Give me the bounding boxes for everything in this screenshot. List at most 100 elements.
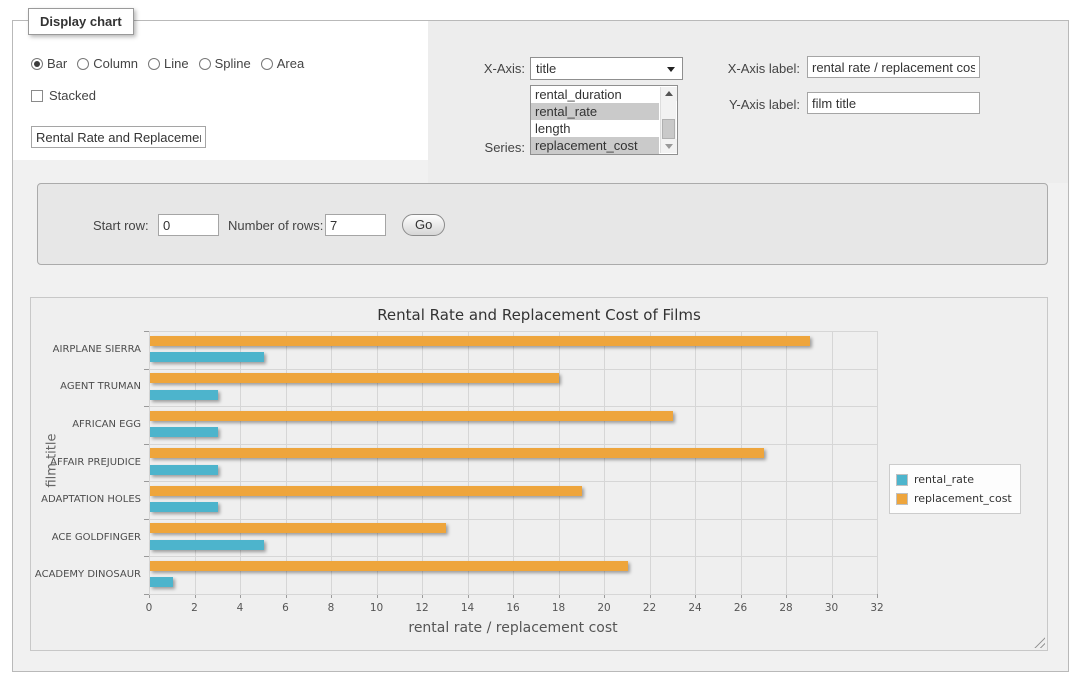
gridline — [149, 331, 150, 594]
bar-rental_rate — [150, 465, 218, 475]
scrollbar-thumb[interactable] — [662, 119, 675, 139]
radio-spline[interactable]: Spline — [199, 56, 251, 71]
legend-swatch — [896, 493, 908, 505]
radio-icon — [31, 58, 43, 70]
radio-label: Spline — [215, 56, 251, 71]
category-label: AGENT TRUMAN — [29, 381, 141, 392]
bar-replacement_cost — [150, 486, 582, 496]
x-tick-label: 24 — [680, 602, 710, 614]
category-label: AFFAIR PREJUDICE — [29, 457, 141, 468]
y-tick-mark — [144, 444, 149, 445]
x-tick-label: 20 — [589, 602, 619, 614]
category-label: AFRICAN EGG — [29, 419, 141, 430]
scroll-down-icon[interactable] — [661, 139, 677, 153]
start-row-input[interactable] — [158, 214, 219, 236]
series-option-rental_duration[interactable]: rental_duration — [531, 86, 659, 103]
chart-type-group: Bar Column Line Spline Area — [31, 56, 314, 71]
series-select-label: Series: — [455, 140, 525, 155]
x-tick-label: 18 — [544, 602, 574, 614]
y-tick-mark — [144, 331, 149, 332]
bar-rental_rate — [150, 390, 218, 400]
gridline — [604, 331, 605, 594]
scroll-up-icon[interactable] — [661, 87, 677, 101]
gridline — [559, 331, 560, 594]
bar-replacement_cost — [150, 561, 628, 571]
x-axis-label-input[interactable] — [807, 56, 980, 78]
x-tick-label: 8 — [316, 602, 346, 614]
category-label: ACE GOLDFINGER — [29, 532, 141, 543]
radio-line[interactable]: Line — [148, 56, 189, 71]
number-of-rows-label: Number of rows: — [228, 218, 323, 233]
legend-item-rental_rate[interactable]: rental_rate — [896, 470, 1012, 489]
gridline — [377, 331, 378, 594]
gridline — [513, 331, 514, 594]
x-tick-label: 14 — [453, 602, 483, 614]
gridline — [149, 481, 877, 482]
fieldset-legend: Display chart — [28, 8, 134, 35]
legend-item-replacement_cost[interactable]: replacement_cost — [896, 489, 1012, 508]
chart-title-input[interactable] — [31, 126, 206, 148]
y-axis-label-input[interactable] — [807, 92, 980, 114]
y-tick-mark — [144, 594, 149, 595]
gridline — [149, 331, 877, 332]
gridline — [650, 331, 651, 594]
y-tick-mark — [144, 556, 149, 557]
bar-replacement_cost — [150, 448, 764, 458]
bar-replacement_cost — [150, 336, 810, 346]
series-listbox[interactable]: rental_durationrental_ratelengthreplacem… — [530, 85, 678, 155]
radio-label: Bar — [47, 56, 67, 71]
category-label: ADAPTATION HOLES — [29, 494, 141, 505]
chart-legend: rental_rate replacement_cost — [889, 464, 1021, 514]
resize-handle-icon[interactable] — [1034, 637, 1045, 648]
gridline — [786, 331, 787, 594]
x-axis-select-label: X-Axis: — [455, 61, 525, 76]
bar-rental_rate — [150, 502, 218, 512]
gridline — [832, 331, 833, 594]
y-tick-mark — [144, 369, 149, 370]
gridline — [149, 556, 877, 557]
gridline — [695, 331, 696, 594]
gridline — [422, 331, 423, 594]
chart-container: Rental Rate and Replacement Cost of Film… — [30, 297, 1048, 651]
gridline — [149, 444, 877, 445]
radio-icon — [261, 58, 273, 70]
x-tick-label: 0 — [134, 602, 164, 614]
x-tick-label: 10 — [362, 602, 392, 614]
x-tick-label: 12 — [407, 602, 437, 614]
x-tick-label: 16 — [498, 602, 528, 614]
category-label: AIRPLANE SIERRA — [29, 344, 141, 355]
legend-label: rental_rate — [914, 473, 974, 486]
gridline — [195, 331, 196, 594]
x-axis-select[interactable]: title — [530, 57, 683, 80]
stacked-label: Stacked — [49, 88, 96, 103]
go-button[interactable]: Go — [402, 214, 445, 236]
x-axis-label-label: X-Axis label: — [710, 61, 800, 76]
bar-replacement_cost — [150, 373, 559, 383]
y-axis-label-label: Y-Axis label: — [710, 97, 800, 112]
gridline — [240, 331, 241, 594]
bar-replacement_cost — [150, 523, 446, 533]
x-tick-mark — [877, 594, 878, 598]
legend-swatch — [896, 474, 908, 486]
radio-icon — [199, 58, 211, 70]
series-option-rental_rate[interactable]: rental_rate — [531, 103, 659, 120]
x-tick-label: 28 — [771, 602, 801, 614]
series-scrollbar[interactable] — [660, 87, 676, 153]
legend-label: replacement_cost — [914, 492, 1012, 505]
gridline — [286, 331, 287, 594]
row-range-panel: Start row: Number of rows: Go — [37, 183, 1048, 265]
series-option-replacement_cost[interactable]: replacement_cost — [531, 137, 659, 154]
y-tick-mark — [144, 406, 149, 407]
gridline — [149, 519, 877, 520]
radio-icon — [148, 58, 160, 70]
gridline — [331, 331, 332, 594]
radio-icon — [77, 58, 89, 70]
stacked-checkbox[interactable]: Stacked — [31, 88, 96, 103]
series-option-length[interactable]: length — [531, 120, 659, 137]
number-of-rows-input[interactable] — [325, 214, 386, 236]
radio-area[interactable]: Area — [261, 56, 304, 71]
series-options: rental_durationrental_ratelengthreplacem… — [531, 86, 677, 154]
radio-column[interactable]: Column — [77, 56, 138, 71]
radio-bar[interactable]: Bar — [31, 56, 67, 71]
gridline — [149, 406, 877, 407]
